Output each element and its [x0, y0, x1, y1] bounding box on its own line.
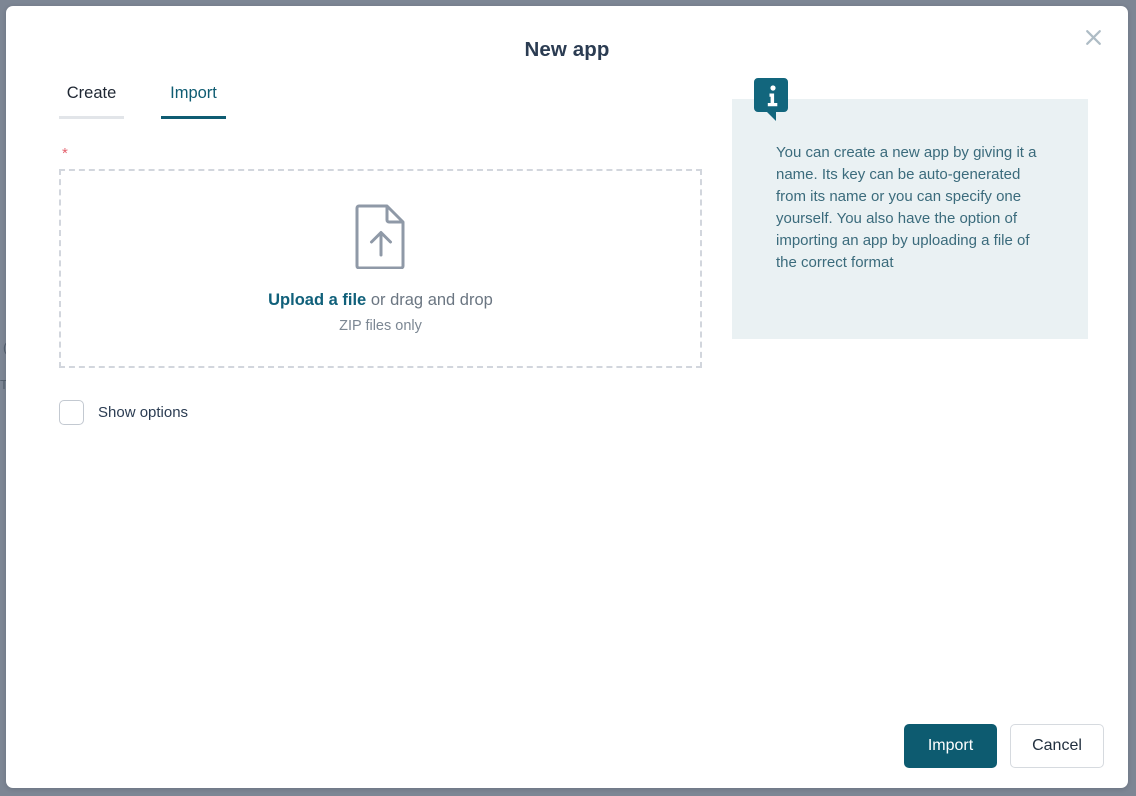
file-dropzone[interactable]: Upload a file or drag and drop ZIP files…: [59, 169, 702, 368]
cancel-button[interactable]: Cancel: [1010, 724, 1104, 768]
required-field-marker: *: [62, 146, 68, 161]
dropzone-main-text: Upload a file or drag and drop: [268, 291, 493, 310]
tab-create[interactable]: Create: [59, 84, 124, 119]
show-options-checkbox[interactable]: [59, 400, 84, 425]
show-options-label: Show options: [98, 404, 188, 421]
info-panel-text: You can create a new app by giving it a …: [776, 142, 1038, 274]
tab-import[interactable]: Import: [161, 84, 226, 119]
tab-bar: Create Import: [59, 84, 702, 124]
close-icon[interactable]: [1080, 24, 1106, 50]
upload-a-file-link[interactable]: Upload a file: [268, 291, 366, 309]
info-bubble-icon: [754, 78, 792, 122]
dropzone-hint: ZIP files only: [339, 318, 422, 334]
file-upload-icon: [354, 203, 408, 269]
dialog-footer: Import Cancel: [6, 724, 1128, 768]
new-app-dialog: New app Create Import * Upload a file or…: [6, 6, 1128, 788]
page-title: New app: [6, 38, 1128, 62]
dropzone-rest-text: or drag and drop: [366, 291, 493, 309]
show-options-row[interactable]: Show options: [59, 400, 188, 425]
import-button[interactable]: Import: [904, 724, 997, 768]
